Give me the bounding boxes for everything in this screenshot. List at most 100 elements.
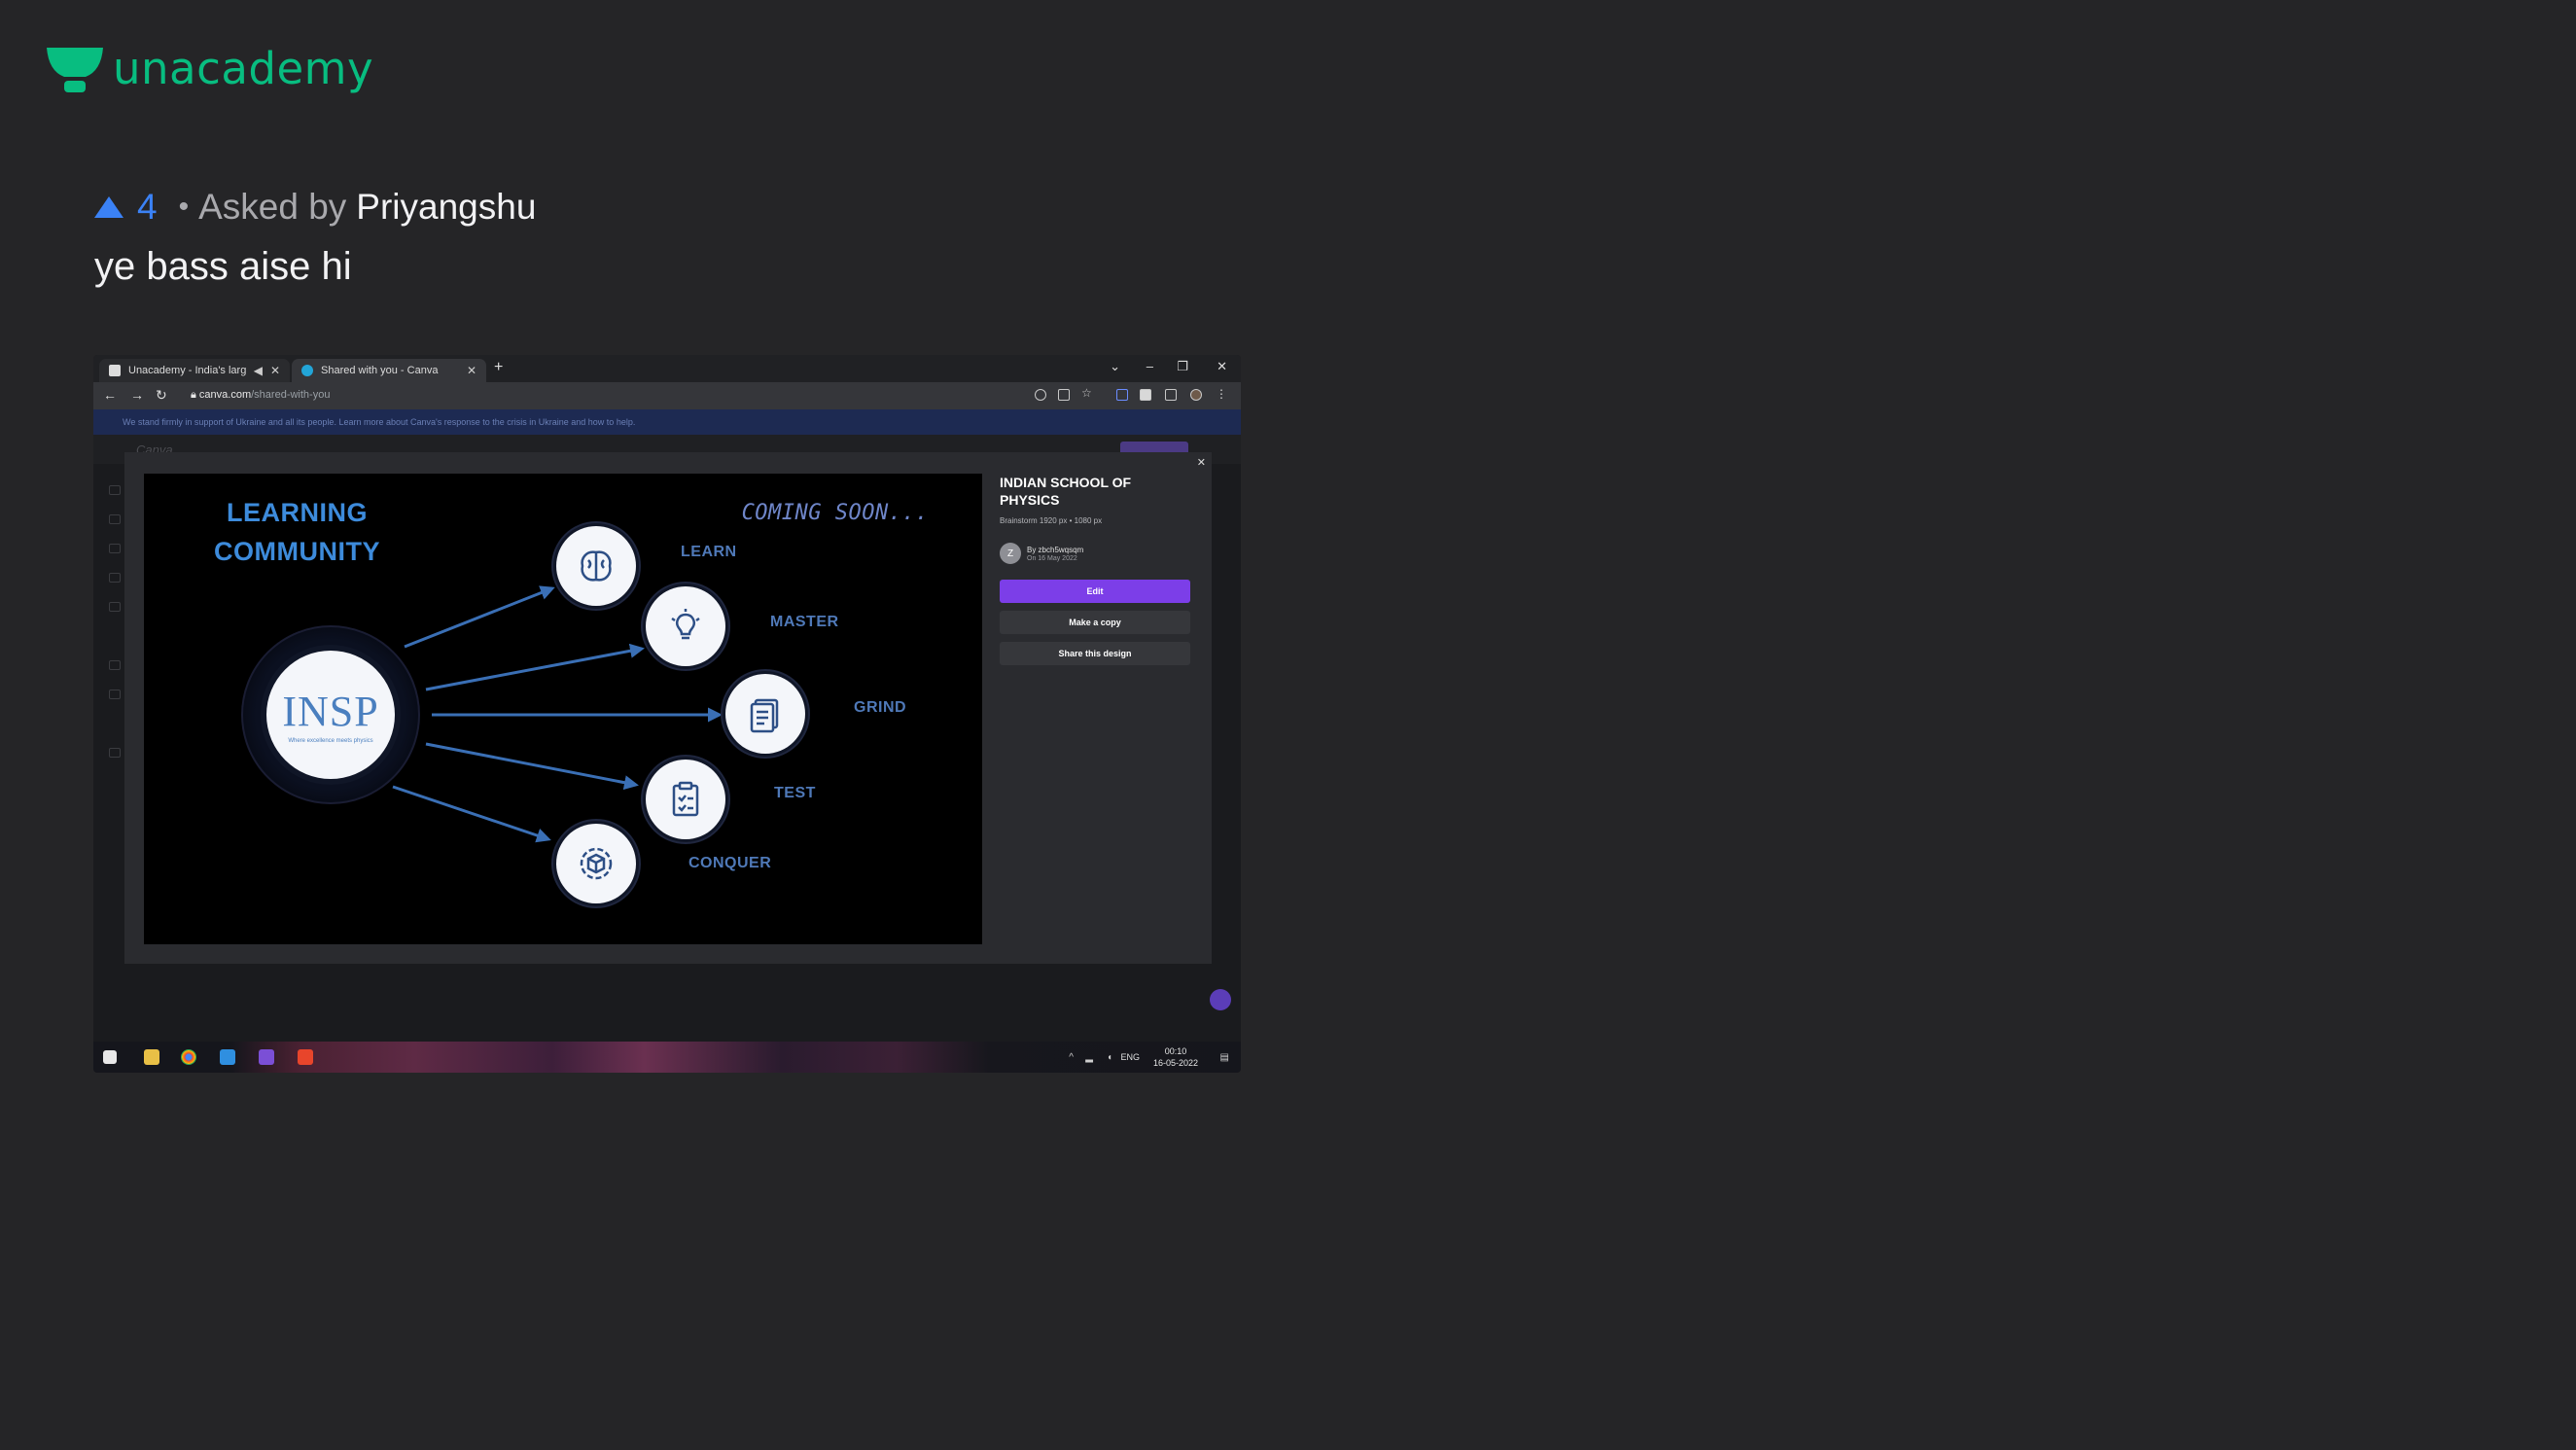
attached-screenshot[interactable]: Unacademy - India's largest ◀ ✕ Shared w… — [93, 355, 1241, 1073]
cube-icon — [580, 847, 613, 880]
windows-taskbar: ^ ▂ ◖ ENG 00:10 16-05-2022 ▤ — [93, 1042, 1241, 1073]
owner-name: By zbch5wqsqm — [1027, 546, 1084, 554]
avatar: Z — [1000, 543, 1021, 564]
speaker-icon: ◀ — [253, 364, 263, 377]
browser-tab-canva[interactable]: Shared with you - Canva ✕ — [292, 359, 486, 382]
close-icon[interactable]: ✕ — [270, 364, 280, 377]
design-preview[interactable]: LEARNING COMMUNITY COMING SOON... INSP W… — [144, 474, 982, 944]
share-design-button[interactable]: Share this design — [1000, 642, 1190, 665]
design-dimensions: Brainstorm 1920 px • 1080 px — [1000, 516, 1103, 525]
back-icon[interactable]: ← — [103, 387, 117, 403]
brand-name: unacademy — [113, 43, 374, 94]
node-learn — [556, 526, 636, 606]
share-icon[interactable] — [1058, 389, 1070, 401]
sidebar-apps-icon[interactable] — [109, 602, 121, 612]
brave-icon[interactable] — [298, 1049, 313, 1065]
sidebar-templates-icon[interactable] — [109, 544, 121, 553]
windows-start-icon[interactable] — [103, 1050, 117, 1064]
onenote-icon[interactable] — [259, 1049, 274, 1065]
node-master — [646, 586, 725, 666]
node-test — [646, 760, 725, 839]
separator-dot: • — [178, 191, 190, 223]
help-button[interactable] — [1210, 989, 1231, 1010]
vote-count: 4 — [137, 187, 158, 227]
bookmark-star-icon[interactable]: ☆ — [1081, 386, 1093, 400]
make-copy-button[interactable]: Make a copy — [1000, 611, 1190, 634]
info-banner: We stand firmly in support of Ukraine an… — [93, 409, 1241, 435]
close-icon[interactable]: ✕ — [467, 364, 476, 377]
insp-tagline: Where excellence meets physics — [288, 737, 373, 744]
node-label-grind: GRIND — [854, 699, 907, 716]
tray-chevron-icon[interactable]: ^ — [1069, 1052, 1074, 1063]
network-icon[interactable]: ▂ — [1085, 1052, 1093, 1063]
close-window-icon[interactable]: ✕ — [1217, 359, 1227, 374]
node-label-test: TEST — [774, 785, 816, 801]
design-preview-modal: ✕ LEARNING COMMUNITY COMING SOON... INSP… — [124, 452, 1212, 964]
design-owner: Z By zbch5wqsqm On 16 May 2022 — [1000, 543, 1194, 564]
sidebar-home-icon[interactable] — [109, 485, 121, 495]
design-title: LEARNING COMMUNITY — [214, 493, 380, 571]
node-conquer — [556, 824, 636, 903]
menu-kebab-icon[interactable]: ⋮ — [1216, 387, 1227, 401]
sidebar-trash-icon[interactable] — [109, 748, 121, 758]
design-title-line2: COMMUNITY — [214, 537, 380, 566]
insp-logo: INSP Where excellence meets physics — [266, 651, 395, 779]
puzzle-icon[interactable] — [1140, 389, 1151, 401]
sidebar-brand-icon[interactable] — [109, 573, 121, 583]
edit-button[interactable]: Edit — [1000, 580, 1190, 603]
sidebar-projects-icon[interactable] — [109, 514, 121, 524]
volume-icon[interactable]: ◖ — [1107, 1052, 1112, 1063]
zoom-icon[interactable] — [1035, 389, 1046, 401]
new-tab-button[interactable]: + — [494, 359, 503, 376]
author-name[interactable]: Priyangshu — [356, 187, 536, 228]
file-explorer-icon[interactable] — [144, 1049, 159, 1065]
document-icon — [750, 698, 779, 733]
taskbar-clock[interactable]: 00:10 16-05-2022 — [1153, 1045, 1198, 1069]
tab-label: Shared with you - Canva — [321, 365, 439, 376]
question-text: ye bass aise hi — [94, 245, 352, 288]
profile-avatar-icon[interactable] — [1190, 389, 1202, 401]
insp-hub: INSP Where excellence meets physics — [241, 625, 420, 804]
created-date: On 16 May 2022 — [1027, 555, 1077, 562]
language-indicator[interactable]: ENG — [1120, 1052, 1140, 1062]
tab-search-icon[interactable]: ⌄ — [1110, 359, 1120, 374]
clock-time: 00:10 — [1164, 1046, 1187, 1056]
browser-tab-bar: Unacademy - India's largest ◀ ✕ Shared w… — [93, 355, 1241, 382]
canva-favicon-icon — [301, 365, 313, 376]
close-icon[interactable]: ✕ — [1197, 456, 1206, 469]
reload-icon[interactable]: ↻ — [156, 387, 167, 404]
unacademy-logo-icon — [47, 47, 103, 92]
sidebar-icon[interactable] — [1165, 389, 1177, 401]
browser-tab-unacademy[interactable]: Unacademy - India's largest ◀ ✕ — [99, 359, 290, 382]
minimize-icon[interactable]: – — [1147, 359, 1153, 373]
vscode-icon[interactable] — [220, 1049, 235, 1065]
unacademy-favicon-icon — [109, 365, 121, 376]
canva-page: Canva ✕ LEARNING COMMUNITY COMING SOON..… — [93, 435, 1241, 1043]
sidebar-team-icon[interactable] — [109, 690, 121, 699]
sidebar-shared-icon[interactable] — [109, 660, 121, 670]
notification-icon[interactable]: ▤ — [1220, 1052, 1229, 1063]
unacademy-logo[interactable]: unacademy — [45, 43, 373, 94]
forward-icon[interactable]: → — [130, 387, 144, 403]
browser-address-bar: ← → ↻ 🔒︎ canva.com/shared-with-you ☆ ⋮ — [93, 382, 1241, 409]
node-label-conquer: CONQUER — [688, 855, 772, 871]
node-label-master: MASTER — [770, 614, 839, 630]
insp-logo-text: INSP — [282, 687, 379, 735]
asked-by-label: Asked by — [198, 187, 347, 227]
brain-icon — [581, 550, 612, 582]
extension-icon[interactable] — [1116, 389, 1128, 401]
chrome-icon[interactable] — [181, 1049, 196, 1065]
upvote-icon[interactable] — [94, 196, 124, 218]
node-label-learn: LEARN — [681, 544, 737, 560]
url-host: canva.com — [198, 389, 252, 401]
clock-date: 16-05-2022 — [1152, 1058, 1198, 1068]
design-info-panel: INDIAN SCHOOL OF PHYSICS Brainstorm 1920… — [1000, 474, 1194, 665]
lock-icon: 🔒︎ — [191, 389, 199, 401]
tab-label: Unacademy - India's largest — [128, 365, 246, 376]
restore-icon[interactable]: ❐ — [1177, 359, 1188, 374]
question-meta: 4 • Asked by Priyangshu — [94, 187, 536, 228]
lightbulb-icon — [671, 609, 700, 640]
clipboard-icon — [672, 781, 699, 817]
url-field[interactable]: 🔒︎ canva.com/shared-with-you — [191, 389, 330, 402]
design-name: INDIAN SCHOOL OF PHYSICS — [1000, 475, 1132, 508]
